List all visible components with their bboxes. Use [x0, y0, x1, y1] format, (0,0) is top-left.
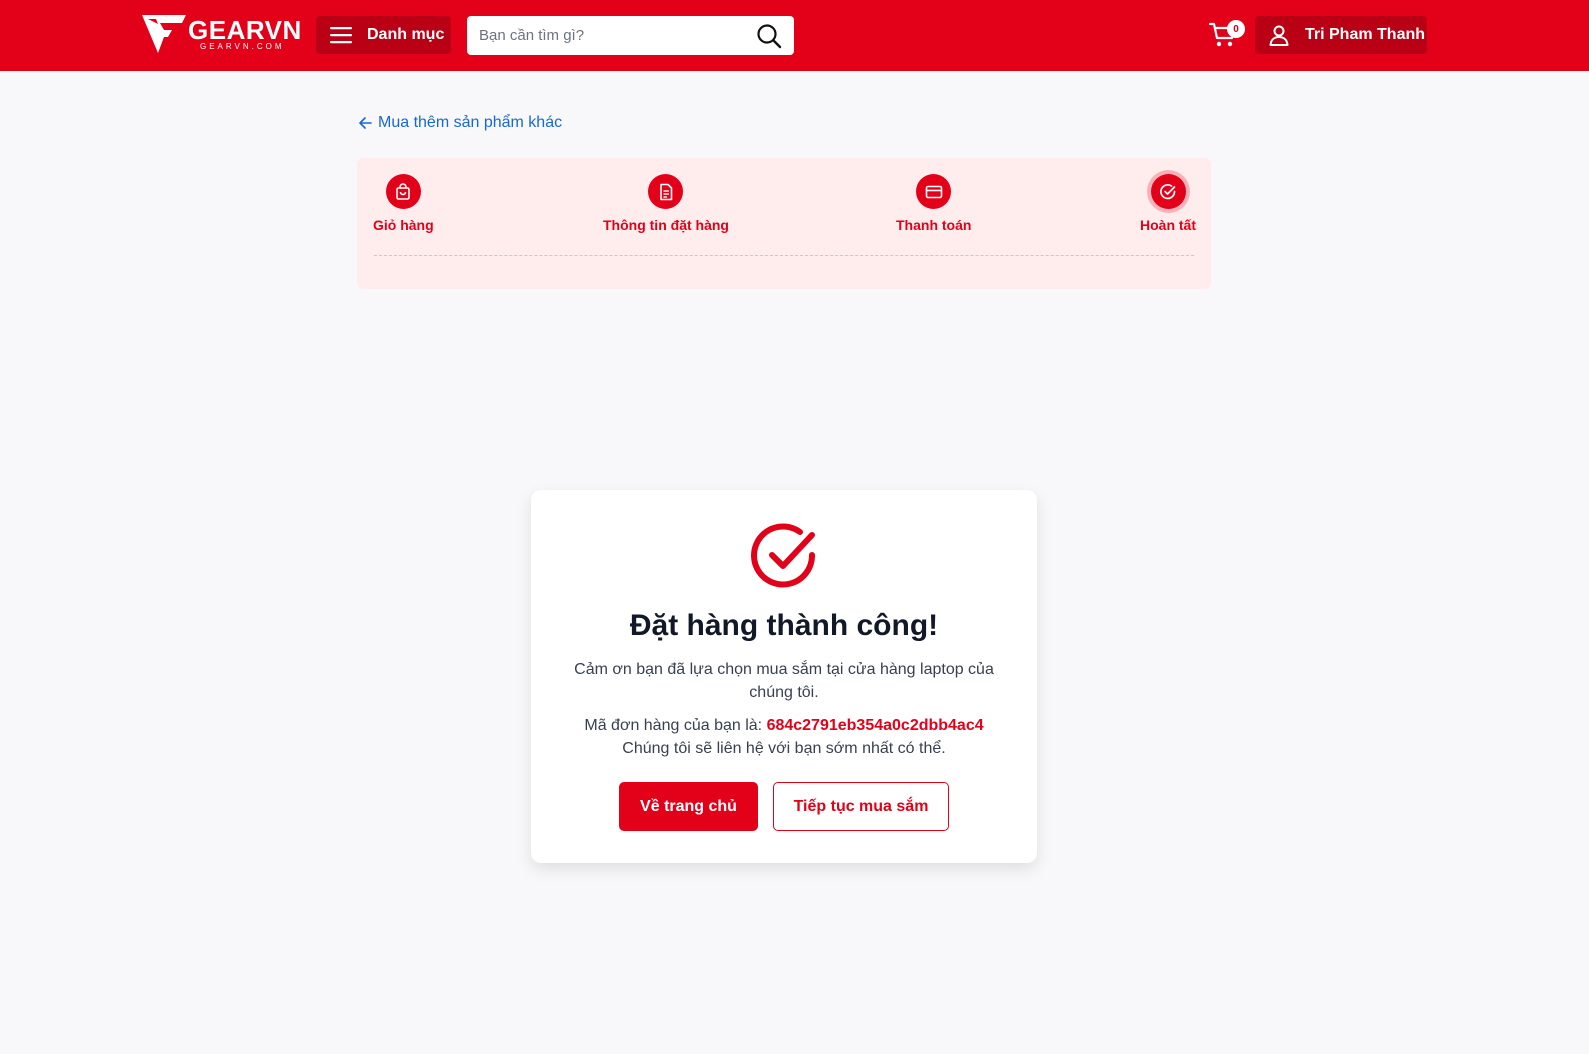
logo-subtext: GEARVN.COM [200, 42, 285, 51]
cart-button[interactable]: 0 [1208, 19, 1245, 53]
logo-text: GEARVN [188, 15, 302, 45]
check-circle-icon [1160, 183, 1176, 199]
search-box [467, 16, 794, 55]
step-cart-label: Giỏ hàng [373, 217, 434, 233]
go-home-button[interactable]: Về trang chủ [619, 782, 758, 831]
continue-shopping-button[interactable]: Tiếp tục mua sắm [773, 782, 949, 831]
step-order-info: Thông tin đặt hàng [603, 174, 729, 233]
step-order-info-label: Thông tin đặt hàng [603, 217, 729, 233]
continue-shopping-link[interactable]: Mua thêm sản phẩm khác [358, 113, 562, 133]
user-name: Tri Pham Thanh [1305, 26, 1426, 43]
order-code: 684c2791eb354a0c2dbb4ac4 [766, 717, 984, 734]
order-success-card: Đặt hàng thành công! Cảm ơn bạn đã lựa c… [531, 490, 1037, 863]
order-code-line: Mã đơn hàng của bạn là: 684c2791eb354a0c… [531, 714, 1037, 737]
search-input[interactable] [467, 16, 747, 55]
logo-mark-icon [142, 15, 186, 53]
hamburger-icon [330, 27, 352, 44]
thank-you-message: Cảm ơn bạn đã lựa chọn mua sắm tại cửa h… [574, 661, 994, 701]
step-payment-circle [916, 174, 952, 209]
success-check-icon [751, 523, 816, 588]
checkout-steps: Giỏ hàng Thông tin đặt hàng Thanh toán H… [357, 158, 1211, 289]
step-complete: Hoàn tất [1140, 174, 1196, 233]
gearvn-logo[interactable]: GEARVN GEARVN.COM [142, 15, 302, 55]
contact-message: Chúng tôi sẽ liên hệ với bạn sớm nhất có… [622, 740, 946, 757]
step-complete-label: Hoàn tất [1140, 217, 1196, 233]
success-title: Đặt hàng thành công! [629, 609, 939, 642]
step-order-info-circle [648, 174, 684, 209]
user-account-button[interactable]: Tri Pham Thanh [1255, 16, 1427, 54]
category-menu-button[interactable]: Danh mục [316, 16, 451, 54]
cart-count-badge: 0 [1227, 20, 1245, 38]
step-payment-label: Thanh toán [896, 217, 972, 233]
step-cart-circle [385, 174, 421, 209]
step-complete-circle [1150, 174, 1186, 209]
search-icon[interactable] [756, 23, 782, 49]
bag-icon [396, 182, 411, 200]
arrow-left-icon [359, 117, 372, 129]
category-menu-label: Danh mục [367, 26, 445, 43]
credit-card-icon [925, 185, 943, 198]
top-header: GEARVN GEARVN.COM Danh mục 0 Tri Pham Th… [0, 0, 1589, 71]
document-icon [660, 183, 673, 200]
step-payment: Thanh toán [896, 174, 971, 233]
steps-divider [374, 255, 1194, 256]
continue-shopping-label: Mua thêm sản phẩm khác [378, 114, 563, 131]
order-code-prefix: Mã đơn hàng của bạn là: [584, 717, 763, 734]
user-icon [1269, 25, 1289, 46]
step-cart: Giỏ hàng [373, 174, 434, 233]
